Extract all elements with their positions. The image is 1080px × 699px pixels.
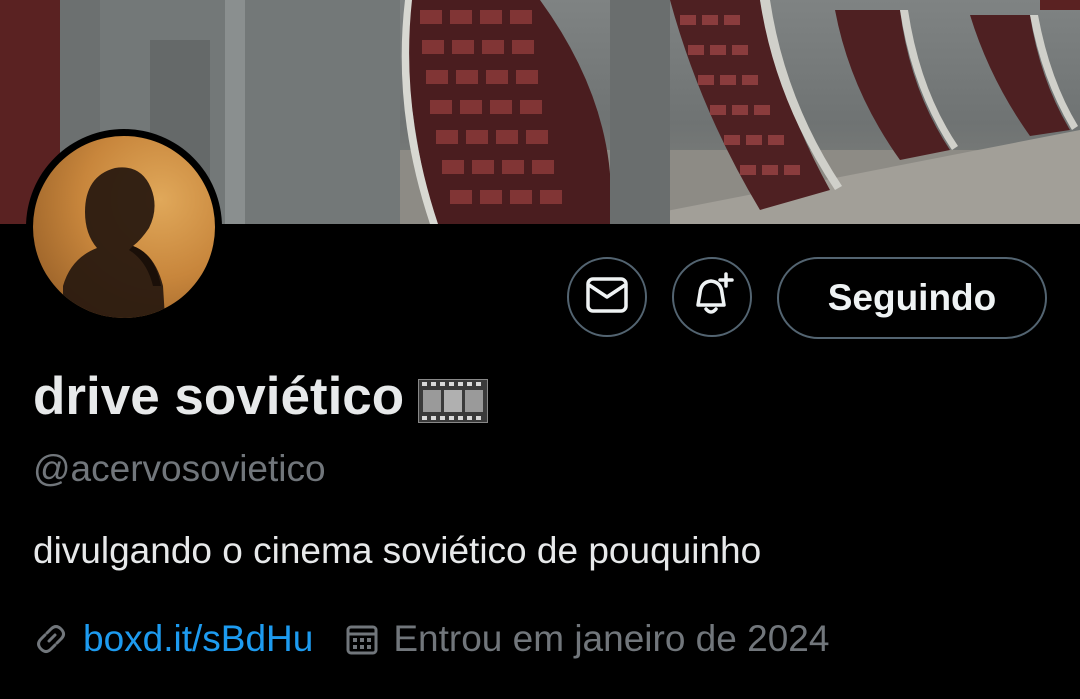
film-frames-emoji-icon	[417, 375, 490, 424]
following-label: Seguindo	[827, 277, 997, 318]
following-button[interactable]: Seguindo	[777, 257, 1047, 339]
joined-date: Entrou em janeiro de 2024	[393, 618, 830, 659]
display-name: drive soviético	[33, 366, 490, 427]
avatar-image	[33, 136, 215, 318]
website-link[interactable]: boxd.it/sBdHu	[83, 618, 313, 660]
display-name-text: drive soviético	[33, 367, 405, 426]
profile-meta: boxd.it/sBdHu Entrou em janeiro de 2024	[33, 612, 829, 666]
link-icon	[33, 621, 69, 657]
profile-handle: @acervosovietico	[33, 448, 326, 489]
bell-plus-icon	[688, 271, 736, 324]
envelope-icon	[585, 275, 629, 320]
profile-bio: divulgando o cinema soviético de pouquin…	[33, 530, 762, 571]
message-button[interactable]	[567, 257, 647, 337]
calendar-icon	[345, 622, 379, 656]
avatar[interactable]	[26, 129, 222, 325]
notifications-button[interactable]	[672, 257, 752, 337]
